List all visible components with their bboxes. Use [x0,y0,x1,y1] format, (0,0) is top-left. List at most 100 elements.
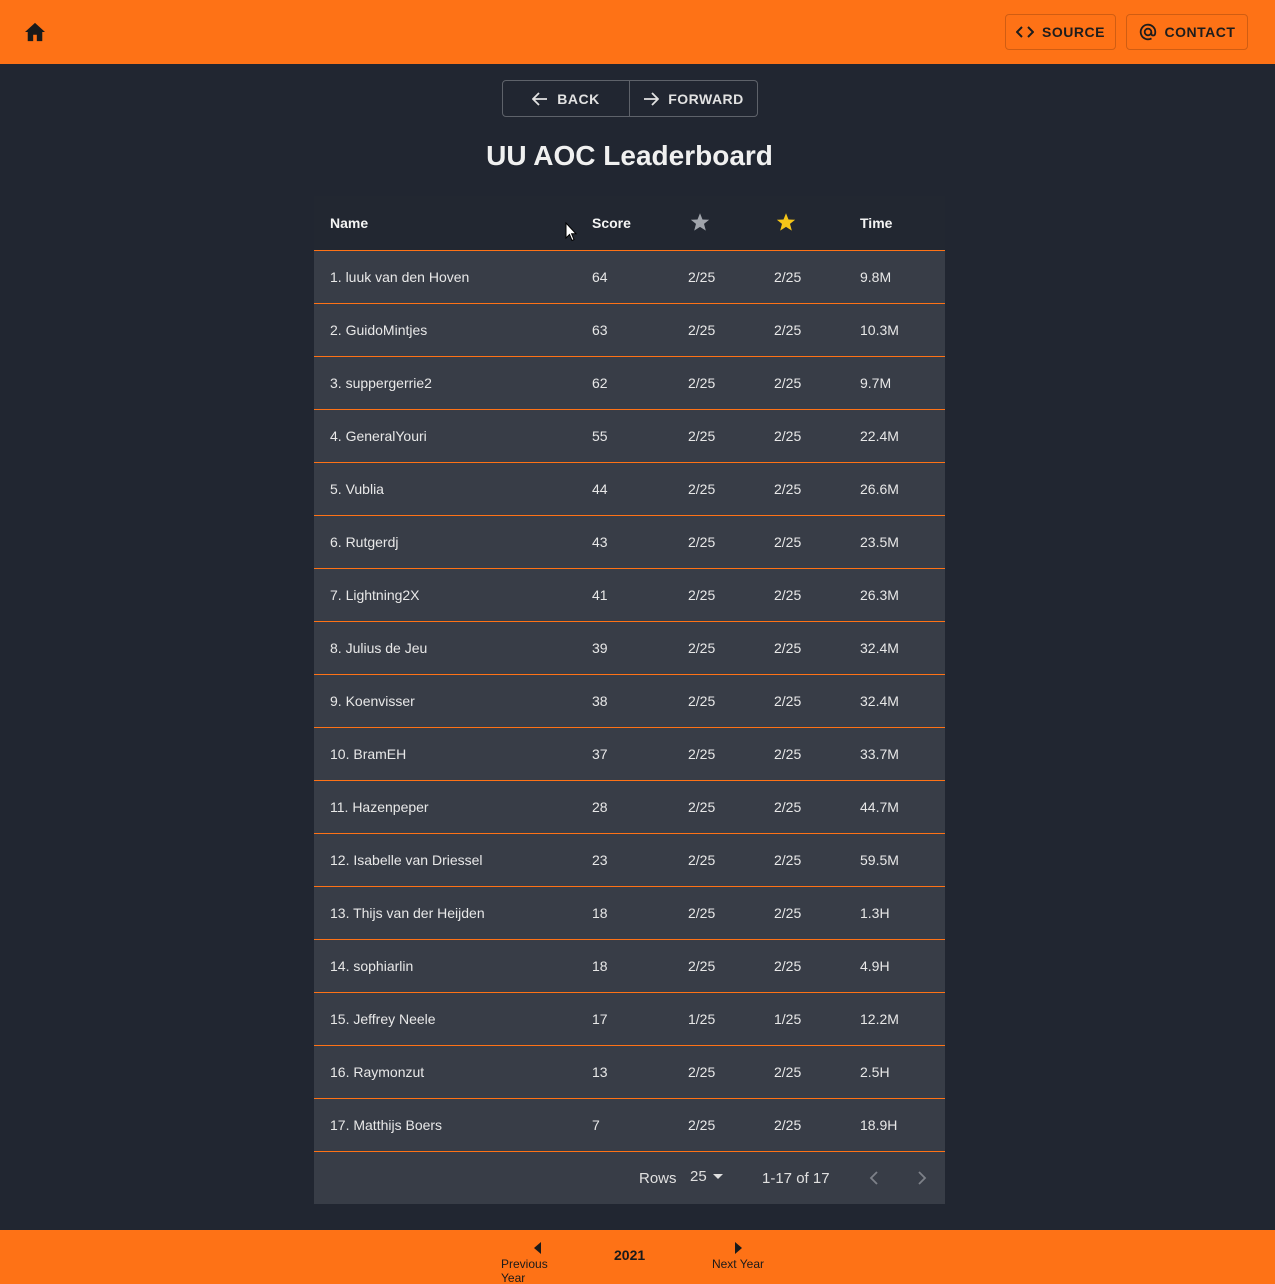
cell-name: 15. Jeffrey Neele [330,1011,436,1027]
cell-score: 62 [592,375,608,391]
cell-gold-stars: 2/25 [774,322,802,338]
cell-silver-stars: 2/25 [688,799,716,815]
cell-silver-stars: 2/25 [688,640,716,656]
pagination-range: 1-17 of 17 [762,1170,830,1187]
cell-name: 13. Thijs van der Heijden [330,905,485,921]
table-header-row: Name Score Time [314,196,945,251]
cell-time: 59.5M [860,852,899,868]
history-nav-group: BACK FORWARD [502,80,758,117]
cell-score: 63 [592,322,608,338]
cell-time: 9.7M [860,375,892,391]
cell-score: 39 [592,640,608,656]
table-row: 12. Isabelle van Driessel 23 2/25 2/25 59.5M [314,834,945,887]
table-row: 7. Lightning2X 41 2/25 2/25 26.3M [314,569,945,622]
forward-button[interactable]: FORWARD [630,80,758,117]
current-year: 2021 [614,1247,646,1263]
cell-time: 4.9H [860,958,890,974]
cell-score: 55 [592,428,608,444]
cell-score: 41 [592,587,608,603]
cell-time: 26.3M [860,587,899,603]
cell-score: 37 [592,746,608,762]
previous-page-button[interactable] [862,1166,886,1190]
cell-gold-stars: 2/25 [774,640,802,656]
column-header-score[interactable]: Score [592,215,631,231]
cell-time: 18.9H [860,1117,898,1133]
back-label: BACK [557,90,600,107]
cell-time: 23.5M [860,534,899,550]
cell-time: 44.7M [860,799,899,815]
table-body: 1. luuk van den Hoven 64 2/25 2/25 9.8M 2. Gu… [314,251,945,1152]
gold-star-icon [776,213,796,231]
table-row: 15. Jeffrey Neele 17 1/25 1/25 12.2M [314,993,945,1046]
cell-silver-stars: 2/25 [688,375,716,391]
cell-time: 1.3H [860,905,890,921]
table-pagination: Rows 25 1-17 of 17 [314,1152,945,1204]
cell-score: 64 [592,269,608,285]
cell-silver-stars: 2/25 [688,481,716,497]
table-row: 6. Rutgerdj 43 2/25 2/25 23.5M [314,516,945,569]
cell-silver-stars: 2/25 [688,428,716,444]
column-header-silver-star[interactable] [690,212,710,235]
arrow-right-icon [644,91,660,106]
source-label: SOURCE [1042,24,1105,40]
cell-name: 17. Matthijs Boers [330,1117,443,1133]
column-header-gold-star[interactable] [776,212,796,235]
next-page-button[interactable] [910,1166,934,1190]
silver-star-icon [690,213,710,231]
cell-name: 16. Raymonzut [330,1064,425,1080]
cell-silver-stars: 2/25 [688,852,716,868]
table-row: 2. GuidoMintjes 63 2/25 2/25 10.3M [314,304,945,357]
home-button[interactable] [19,16,51,48]
cell-gold-stars: 2/25 [774,693,802,709]
cell-name: 3. suppergerrie2 [330,375,432,391]
cell-score: 18 [592,905,608,921]
column-header-name[interactable]: Name [330,215,368,231]
column-header-time[interactable]: Time [860,215,892,231]
rows-per-page-select[interactable]: 25 [690,1168,723,1185]
cell-name: 6. Rutgerdj [330,534,399,550]
cell-gold-stars: 2/25 [774,587,802,603]
rows-per-page-label: Rows [639,1170,677,1187]
cell-time: 32.4M [860,693,899,709]
forward-label: FORWARD [668,90,744,107]
cell-silver-stars: 2/25 [688,534,716,550]
table-row: 1. luuk van den Hoven 64 2/25 2/25 9.8M [314,251,945,304]
cell-score: 18 [592,958,608,974]
cell-gold-stars: 2/25 [774,481,802,497]
next-year-label: Next Year [711,1257,765,1271]
previous-year-button[interactable]: Previous Year [501,1242,575,1284]
source-button[interactable]: SOURCE [1005,14,1116,50]
cell-score: 44 [592,481,608,497]
cell-silver-stars: 2/25 [688,746,716,762]
cell-name: 14. sophiarlin [330,958,414,974]
contact-button[interactable]: CONTACT [1126,14,1248,50]
cell-score: 23 [592,852,608,868]
cell-gold-stars: 2/25 [774,428,802,444]
cell-gold-stars: 1/25 [774,1011,802,1027]
cell-gold-stars: 2/25 [774,534,802,550]
table-row: 11. Hazenpeper 28 2/25 2/25 44.7M [314,781,945,834]
dropdown-arrow-icon [712,1173,723,1179]
cell-gold-stars: 2/25 [774,905,802,921]
table-row: 5. Vublia 44 2/25 2/25 26.6M [314,463,945,516]
caret-left-icon [534,1242,541,1254]
contact-label: CONTACT [1164,24,1236,40]
cell-silver-stars: 2/25 [688,905,716,921]
cell-time: 2.5H [860,1064,890,1080]
cell-gold-stars: 2/25 [774,746,802,762]
rows-per-page-value: 25 [690,1168,707,1185]
bottom-year-bar: Previous Year 2021 Next Year [0,1230,1275,1284]
table-row: 8. Julius de Jeu 39 2/25 2/25 32.4M [314,622,945,675]
cell-time: 22.4M [860,428,899,444]
back-button[interactable]: BACK [502,80,630,117]
caret-right-icon [735,1242,742,1254]
home-icon [25,22,45,42]
cell-time: 26.6M [860,481,899,497]
at-sign-icon [1139,23,1156,41]
table-row: 13. Thijs van der Heijden 18 2/25 2/25 1.3H [314,887,945,940]
cell-name: 2. GuidoMintjes [330,322,428,338]
cell-score: 43 [592,534,608,550]
cell-name: 12. Isabelle van Driessel [330,852,483,868]
table-row: 9. Koenvisser 38 2/25 2/25 32.4M [314,675,945,728]
next-year-button[interactable]: Next Year [707,1242,769,1271]
